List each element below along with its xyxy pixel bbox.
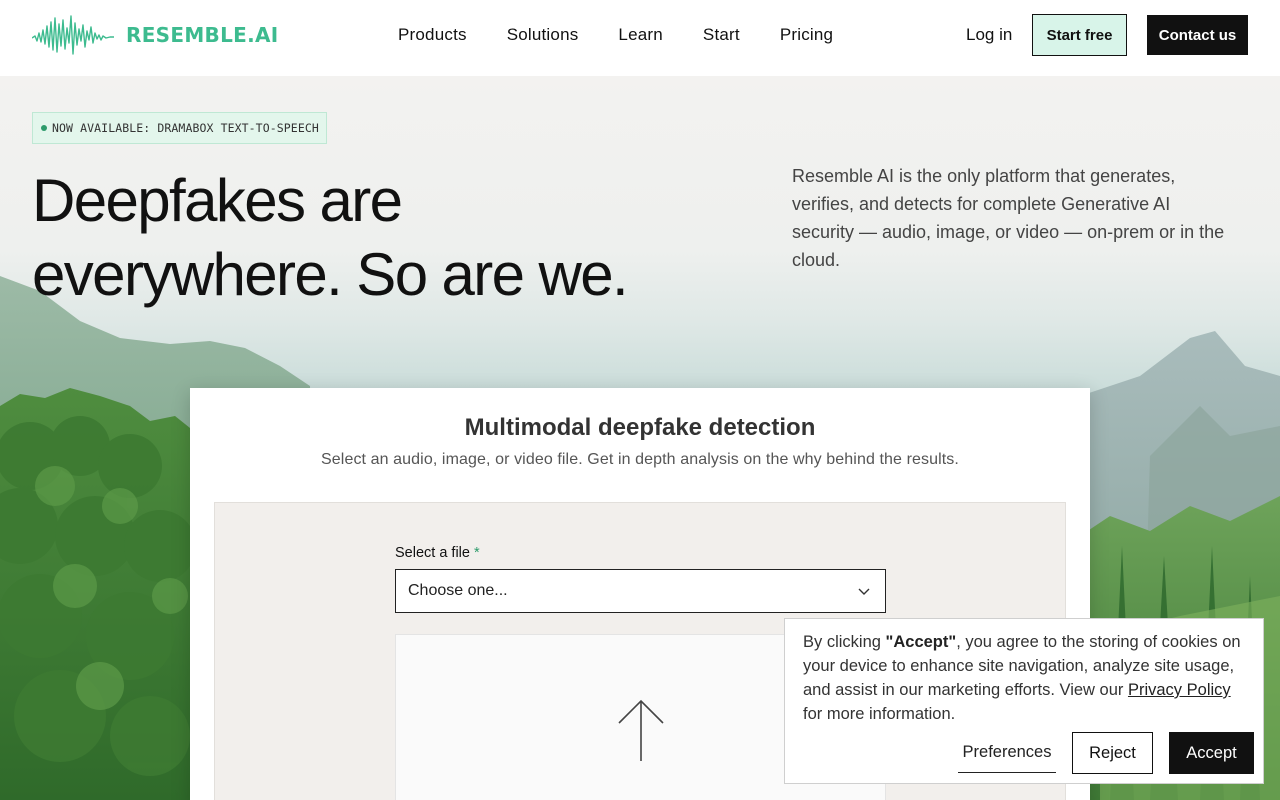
headline-line-1: Deepfakes are (32, 167, 403, 234)
card-subtitle: Select an audio, image, or video file. G… (321, 451, 959, 468)
site-header: RESEMBLE.AI Products Solutions Learn Sta… (0, 0, 1280, 76)
cookie-text-end: for more information. (803, 705, 956, 723)
cookie-text-start: By clicking (803, 633, 886, 651)
cookie-accept-quote: "Accept" (885, 633, 957, 651)
login-link[interactable]: Log in (966, 24, 1012, 46)
card-title: Multimodal deepfake detection (464, 414, 816, 441)
announcement-badge[interactable]: NOW AVAILABLE: DRAMABOX TEXT-TO-SPEECH (32, 112, 327, 144)
waveform-logo-icon (32, 15, 114, 55)
cookie-message: By clicking "Accept", you agree to the s… (803, 630, 1253, 726)
resemble-logo[interactable]: RESEMBLE.AI (32, 14, 279, 56)
file-select-label-text: Select a file (395, 545, 470, 561)
arrow-up-icon (618, 699, 664, 761)
main-nav: Products Solutions Learn Start Pricing (398, 24, 873, 46)
cookie-accept-button[interactable]: Accept (1169, 732, 1254, 774)
nav-solutions[interactable]: Solutions (507, 24, 579, 46)
nav-start[interactable]: Start (703, 24, 740, 46)
hero-description: Resemble AI is the only platform that ge… (792, 166, 1225, 270)
announcement-text: NOW AVAILABLE: DRAMABOX TEXT-TO-SPEECH (52, 121, 319, 135)
nav-products[interactable]: Products (398, 24, 467, 46)
cookie-consent-banner: By clicking "Accept", you agree to the s… (784, 618, 1264, 784)
select-value: Choose one... (408, 582, 508, 599)
hero-headline: Deepfakes are everywhere. So are we. (32, 164, 672, 312)
file-select-label: Select a file * (395, 545, 480, 561)
cookie-preferences-button[interactable]: Preferences (958, 733, 1056, 773)
nav-learn[interactable]: Learn (618, 24, 662, 46)
required-mark: * (474, 545, 480, 561)
privacy-policy-link[interactable]: Privacy Policy (1128, 681, 1231, 699)
contact-us-button[interactable]: Contact us (1147, 15, 1248, 55)
start-free-button[interactable]: Start free (1032, 14, 1127, 56)
status-dot-icon (41, 125, 47, 131)
nav-pricing[interactable]: Pricing (780, 24, 833, 46)
brand-name: RESEMBLE.AI (126, 23, 279, 47)
cookie-reject-button[interactable]: Reject (1072, 732, 1153, 774)
chevron-down-icon (858, 588, 870, 595)
file-type-select[interactable]: Choose one... (395, 569, 886, 613)
headline-line-2: everywhere. So are we. (32, 241, 629, 308)
